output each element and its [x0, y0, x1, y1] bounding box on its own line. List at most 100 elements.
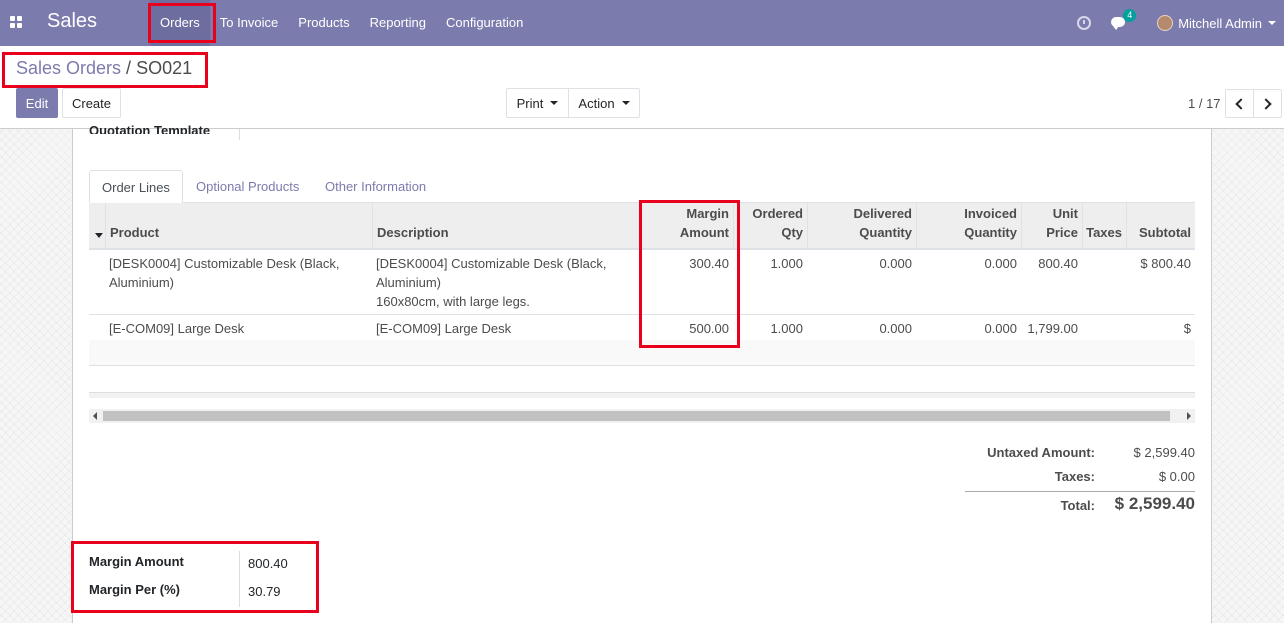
notebook-tabs: Order Lines Optional Products Other Info… [89, 170, 1195, 203]
cell-description: [E-COM09] Large Desk [376, 321, 512, 336]
col-header-margin-amount-line1: Margin [686, 206, 729, 221]
cell-invoiced-qty: 0.000 [984, 256, 1017, 271]
cell-description-line: 160x80cm, with large legs. [376, 294, 530, 309]
user-name[interactable]: Mitchell Admin [1178, 16, 1262, 31]
clock-icon[interactable] [1077, 16, 1092, 30]
action-button[interactable]: Action [568, 88, 640, 118]
cell-product: [DESK0004] Customizable Desk (Black, Alum… [105, 250, 373, 296]
pager-previous-button[interactable] [1225, 89, 1254, 118]
cell-product-line: Aluminium) [109, 275, 175, 290]
col-header-unit-price[interactable]: Unit Price [1021, 203, 1082, 248]
scroll-left-icon[interactable] [93, 412, 97, 420]
table-row[interactable]: [E-COM09] Large Desk [E-COM09] Large Des… [89, 315, 1195, 355]
breadcrumb-sales-orders[interactable]: Sales Orders [16, 58, 121, 78]
margin-percent-value: 30.79 [248, 584, 281, 599]
col-header-ordered-qty[interactable]: Ordered Qty [733, 203, 807, 248]
col-header-taxes[interactable]: Taxes [1082, 203, 1126, 248]
cell-product: [E-COM09] Large Desk [109, 321, 245, 336]
col-header-margin-amount[interactable]: Margin Amount [640, 203, 733, 248]
action-label: Action [578, 95, 615, 111]
col-header-invoiced-qty-line1: Invoiced [964, 206, 1017, 221]
cell-unit-price: 800.40 [1038, 256, 1078, 271]
table-footer [89, 392, 1195, 398]
avatar[interactable] [1157, 15, 1174, 31]
table-row-empty [89, 340, 1195, 366]
col-header-unit-price-line1: Unit [1052, 206, 1078, 221]
cell-ordered-qty: 1.000 [770, 321, 803, 336]
col-header-product[interactable]: Product [105, 203, 373, 248]
col-header-delivered-qty[interactable]: Delivered Quantity [807, 203, 916, 248]
total-value: $ 2,599.40 [1114, 494, 1195, 513]
systray: 4 Mitchell Admin [1077, 0, 1284, 46]
margin-amount-label: Margin Amount [89, 554, 184, 569]
cell-taxes [1082, 315, 1126, 323]
col-header-invoiced-qty[interactable]: Invoiced Quantity [916, 203, 1021, 248]
order-lines-table: Product Description Margin Amount Ordered… [89, 203, 1195, 368]
cell-delivered-qty: 0.000 [879, 256, 912, 271]
caret-down-icon[interactable] [1268, 21, 1276, 25]
cell-product-line: [DESK0004] Customizable Desk (Black, [109, 256, 340, 271]
cell-description-line: [DESK0004] Customizable Desk (Black, [376, 256, 607, 271]
tab-optional-products[interactable]: Optional Products [184, 170, 311, 203]
cell-margin-amount: 300.40 [689, 256, 729, 271]
taxes-value: $ 0.00 [1158, 469, 1195, 484]
cell-subtotal: $ 800.40 [1140, 256, 1191, 271]
horizontal-scrollbar[interactable] [89, 409, 1195, 423]
menu-to-invoice[interactable]: To Invoice [210, 0, 289, 46]
cell-margin-amount: 500.00 [689, 321, 729, 336]
scrollbar-thumb[interactable] [103, 411, 1170, 421]
cell-ordered-qty: 1.000 [770, 256, 803, 271]
cell-delivered-qty: 0.000 [879, 321, 912, 336]
field-separator [239, 129, 240, 140]
sort-caret-icon[interactable] [95, 233, 103, 238]
caret-down-icon [550, 101, 559, 105]
cell-description-line: Aluminium) [376, 275, 442, 290]
cell-taxes [1082, 250, 1126, 258]
cell-description: [DESK0004] Customizable Desk (Black, Alum… [372, 250, 640, 315]
print-label: Print [516, 95, 544, 111]
untaxed-amount-label: Untaxed Amount: [987, 445, 1095, 460]
table-header: Product Description Margin Amount Ordered… [89, 203, 1195, 250]
breadcrumb-current: SO021 [136, 58, 193, 78]
tab-other-information[interactable]: Other Information [313, 170, 438, 203]
messaging-menu[interactable]: 4 [1111, 9, 1137, 31]
col-header-delivered-qty-line2: Quantity [859, 225, 912, 240]
chevron-left-icon [1235, 97, 1247, 110]
col-header-subtotal[interactable]: Subtotal [1126, 203, 1195, 248]
pager-value[interactable]: 1 / 17 [1188, 96, 1221, 111]
breadcrumb: Sales Orders / SO021 [16, 58, 192, 79]
col-header-ordered-qty-line1: Ordered [752, 206, 803, 221]
margin-percent-label: Margin Per (%) [89, 582, 181, 597]
create-button[interactable]: Create [62, 88, 121, 118]
pager-next-button[interactable] [1253, 89, 1282, 118]
caret-down-icon [621, 101, 630, 105]
field-separator [239, 551, 240, 579]
margin-amount-value: 800.40 [248, 556, 288, 571]
print-button[interactable]: Print [506, 88, 569, 118]
apps-grid-icon[interactable] [10, 16, 22, 28]
cell-unit-price: 1,799.00 [1027, 321, 1078, 336]
taxes-label: Taxes: [1054, 469, 1095, 484]
tab-order-lines[interactable]: Order Lines [89, 170, 183, 203]
top-navbar: Sales Orders To Invoice Products Reporti… [0, 0, 1284, 46]
field-separator [239, 579, 240, 607]
total-label: Total: [1060, 498, 1095, 513]
menu-orders[interactable]: Orders [150, 0, 210, 46]
col-header-ordered-qty-line2: Qty [781, 225, 803, 240]
menu-configuration[interactable]: Configuration [436, 0, 533, 46]
cell-invoiced-qty: 0.000 [984, 321, 1017, 336]
chat-count-badge: 4 [1123, 9, 1137, 22]
chevron-right-icon [1260, 97, 1272, 110]
main-menu: Orders To Invoice Products Reporting Con… [150, 0, 533, 46]
col-header-invoiced-qty-line2: Quantity [964, 225, 1017, 240]
edit-button[interactable]: Edit [16, 88, 58, 118]
col-header-margin-amount-line2: Amount [679, 225, 729, 240]
table-row[interactable]: [DESK0004] Customizable Desk (Black, Alum… [89, 250, 1195, 315]
menu-reporting[interactable]: Reporting [360, 0, 436, 46]
col-header-description[interactable]: Description [372, 203, 640, 248]
breadcrumb-separator: / [126, 58, 132, 78]
col-header-unit-price-line2: Price [1046, 225, 1078, 240]
menu-products[interactable]: Products [288, 0, 359, 46]
scroll-right-icon[interactable] [1187, 412, 1191, 420]
app-name[interactable]: Sales [47, 10, 97, 33]
